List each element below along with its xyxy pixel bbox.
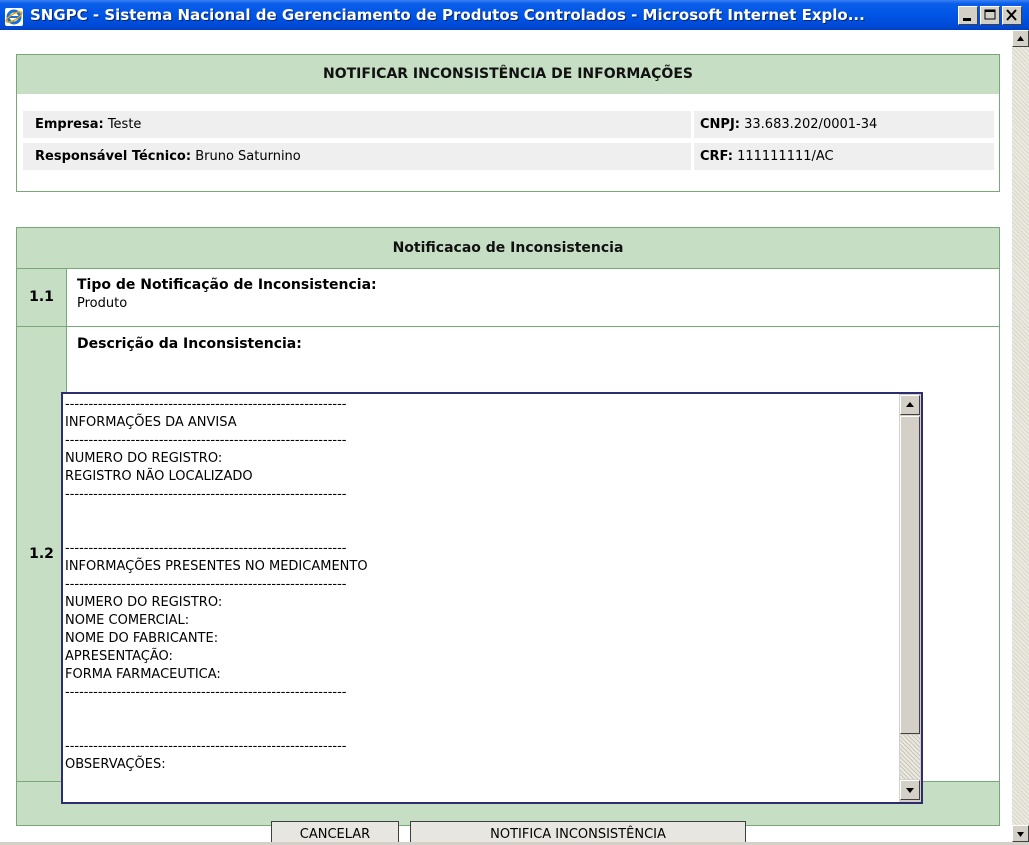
maximize-button[interactable] bbox=[980, 6, 1000, 25]
arrow-down-icon bbox=[1017, 832, 1024, 837]
description-scrollbar[interactable] bbox=[899, 394, 921, 802]
scroll-track[interactable] bbox=[900, 735, 920, 779]
page-scroll-up-button[interactable] bbox=[1012, 30, 1029, 47]
notification-type-label: Tipo de Notificação de Inconsistencia: bbox=[77, 277, 377, 293]
notify-inconsistency-button[interactable]: NOTIFICA INCONSISTÊNCIA bbox=[410, 821, 746, 842]
cnpj-label: CNPJ: bbox=[700, 117, 740, 132]
empresa-label: Empresa: bbox=[35, 117, 104, 132]
page-scroll-down-button[interactable] bbox=[1012, 825, 1029, 842]
crf-label: CRF: bbox=[700, 149, 733, 164]
item-number-1-2: 1.2 bbox=[17, 327, 67, 781]
responsavel-row: Responsável Técnico: Bruno Saturnino bbox=[23, 143, 691, 170]
minimize-button[interactable] bbox=[958, 6, 978, 25]
crf-value: 111111111/AC bbox=[737, 149, 834, 164]
notification-section-title: Notificacao de Inconsistencia bbox=[17, 228, 999, 268]
description-label: Descrição da Inconsistencia: bbox=[77, 336, 302, 352]
arrow-down-icon bbox=[906, 788, 914, 793]
minimize-icon bbox=[963, 18, 971, 21]
notification-type-value: Produto bbox=[77, 296, 128, 311]
scroll-up-button[interactable] bbox=[900, 395, 920, 415]
empresa-value: Teste bbox=[107, 117, 142, 132]
window-titlebar[interactable]: SNGPC - Sistema Nacional de Gerenciament… bbox=[0, 0, 1029, 30]
item-number-1-1: 1.1 bbox=[17, 269, 67, 326]
responsavel-value: Bruno Saturnino bbox=[195, 149, 301, 164]
arrow-up-icon bbox=[906, 402, 914, 407]
window-title: SNGPC - Sistema Nacional de Gerenciament… bbox=[30, 6, 865, 24]
cancel-button[interactable]: CANCELAR bbox=[271, 821, 399, 842]
close-button[interactable] bbox=[1002, 6, 1022, 25]
internet-explorer-icon bbox=[5, 6, 23, 26]
close-icon bbox=[1006, 9, 1017, 21]
responsavel-label: Responsável Técnico: bbox=[35, 149, 192, 164]
maximize-icon bbox=[984, 9, 996, 20]
page-title: NOTIFICAR INCONSISTÊNCIA DE INFORMAÇÕES bbox=[17, 55, 999, 94]
cnpj-row: CNPJ: 33.683.202/0001-34 bbox=[694, 111, 994, 138]
notification-type-row: 1.1 Tipo de Notificação de Inconsistenci… bbox=[17, 268, 999, 327]
scroll-thumb[interactable] bbox=[900, 416, 920, 734]
company-info-panel: NOTIFICAR INCONSISTÊNCIA DE INFORMAÇÕES … bbox=[16, 54, 1000, 192]
arrow-up-icon bbox=[1017, 36, 1024, 41]
page-content: NOTIFICAR INCONSISTÊNCIA DE INFORMAÇÕES … bbox=[0, 30, 1012, 842]
page-scrollbar[interactable] bbox=[1012, 30, 1029, 842]
description-textarea[interactable]: ----------------------------------------… bbox=[61, 392, 923, 804]
crf-row: CRF: 111111111/AC bbox=[694, 143, 994, 170]
empresa-row: Empresa: Teste bbox=[23, 111, 691, 138]
scroll-down-button[interactable] bbox=[900, 780, 920, 800]
cnpj-value: 33.683.202/0001-34 bbox=[744, 117, 878, 132]
description-text: ----------------------------------------… bbox=[65, 397, 368, 772]
